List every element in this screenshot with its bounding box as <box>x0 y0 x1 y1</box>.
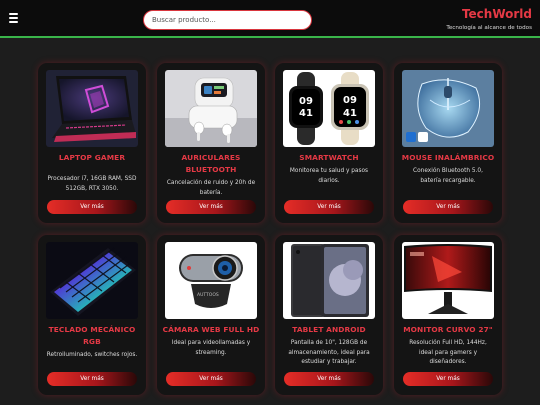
product-title: TECLADO MECÁNICO RGB <box>48 325 136 346</box>
product-title: AURICULARES BLUETOOTH <box>181 153 241 174</box>
view-more-button[interactable]: Ver más <box>403 372 493 386</box>
product-title: SMARTWATCH <box>299 153 359 162</box>
search-input[interactable] <box>143 10 312 30</box>
earbuds-icon <box>165 70 257 147</box>
svg-text:41: 41 <box>343 108 357 119</box>
product-card: MONITOR CURVO 27" Resolución Full HD, 14… <box>394 235 502 395</box>
product-title: MONITOR CURVO 27" <box>403 325 493 334</box>
brand: TechWorld Tecnología al alcance de todos <box>446 7 532 31</box>
smartwatch-icon: 09 41 09 41 <box>283 70 375 147</box>
monitor-icon <box>402 242 494 319</box>
svg-text:41: 41 <box>299 108 313 119</box>
product-description: Cancelación de ruido y 20h de batería. <box>166 180 256 196</box>
product-title: MOUSE INALÁMBRICO <box>401 153 495 162</box>
product-card: LAPTOP GAMER Procesador i7, 16GB RAM, SS… <box>38 63 146 223</box>
hamburger-menu-icon[interactable] <box>9 13 18 23</box>
mouse-icon <box>402 70 494 147</box>
product-title: CÁMARA WEB FULL HD <box>162 325 260 334</box>
view-more-button[interactable]: Ver más <box>166 200 256 214</box>
view-more-button[interactable]: Ver más <box>47 372 137 386</box>
brand-title[interactable]: TechWorld <box>446 7 532 21</box>
svg-text:09: 09 <box>343 95 357 106</box>
webcam-icon: AUTTOOS <box>165 242 257 319</box>
product-card: TABLET ANDROID Pantalla de 10", 128GB de… <box>275 235 383 395</box>
laptop-icon <box>46 70 138 147</box>
svg-text:AUTTOOS: AUTTOOS <box>197 292 219 298</box>
site-header: TechWorld Tecnología al alcance de todos <box>0 0 540 38</box>
view-more-button[interactable]: Ver más <box>47 200 137 214</box>
product-description: Conexión Bluetooth 5.0, batería recargab… <box>413 168 483 184</box>
product-title: TABLET ANDROID <box>292 325 366 334</box>
product-title: LAPTOP GAMER <box>58 153 126 162</box>
view-more-button[interactable]: Ver más <box>284 200 374 214</box>
tablet-icon <box>283 242 375 319</box>
product-description: Ideal para videollamadas y streaming. <box>171 340 251 356</box>
product-description: Procesador i7, 16GB RAM, SSD 512GB, RTX … <box>47 176 137 192</box>
svg-text:09: 09 <box>299 96 313 107</box>
view-more-button[interactable]: Ver más <box>166 372 256 386</box>
product-description: Pantalla de 10", 128GB de almacenamiento… <box>288 340 370 365</box>
product-description: Resolución Full HD, 144Hz, ideal para ga… <box>409 340 487 365</box>
product-card: AURICULARES BLUETOOTH Cancelación de rui… <box>157 63 265 223</box>
view-more-button[interactable]: Ver más <box>403 200 493 214</box>
view-more-button[interactable]: Ver más <box>284 372 374 386</box>
product-card: 09 41 09 41 SMARTWATCH Monitorea tu salu… <box>275 63 383 223</box>
keyboard-icon <box>46 242 138 319</box>
product-card: TECLADO MECÁNICO RGB Retroiluminado, swi… <box>38 235 146 395</box>
brand-tagline: Tecnología al alcance de todos <box>446 25 532 31</box>
product-card: AUTTOOS CÁMARA WEB FULL HD Ideal para vi… <box>157 235 265 395</box>
product-description: Monitorea tu salud y pasos diarios. <box>289 168 369 184</box>
product-description: Retroiluminado, switches rojos. <box>46 352 138 358</box>
product-card: MOUSE INALÁMBRICO Conexión Bluetooth 5.0… <box>394 63 502 223</box>
